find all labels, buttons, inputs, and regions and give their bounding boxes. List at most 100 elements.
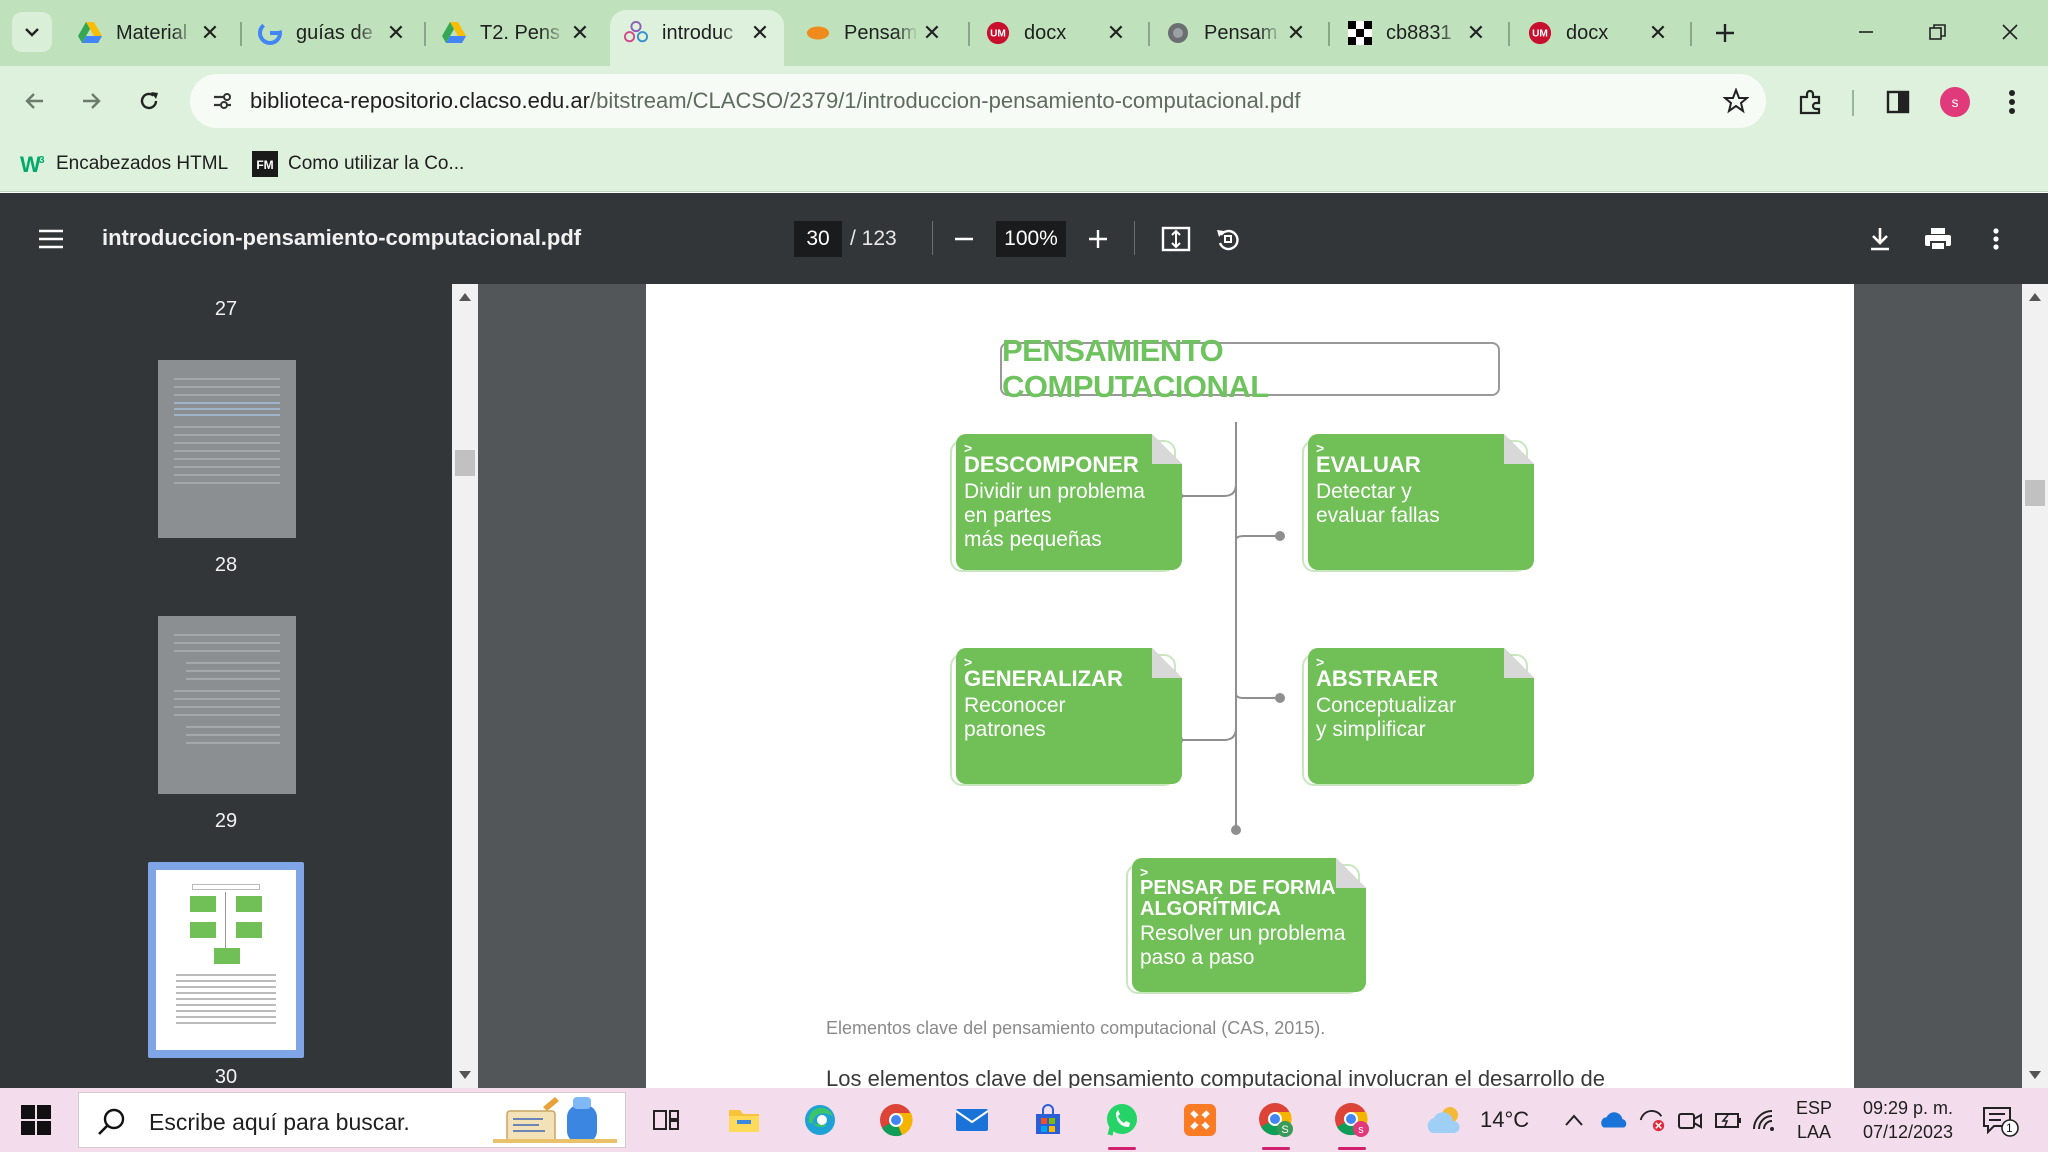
browser-menu-button[interactable]: [1992, 82, 2032, 122]
tab-material[interactable]: Material ✕: [64, 10, 234, 56]
orange-blob-icon: [806, 21, 830, 45]
tab-guias[interactable]: guías de ✕: [244, 10, 420, 56]
sidebar-scrollbar[interactable]: [452, 284, 478, 1088]
close-icon[interactable]: ✕: [566, 19, 594, 47]
sidebar-toggle-button[interactable]: [30, 221, 72, 257]
zoom-out-button[interactable]: [944, 219, 984, 259]
pdf-more-button[interactable]: [1976, 219, 2016, 259]
taskbar-search[interactable]: Escribe aquí para buscar.: [78, 1092, 626, 1148]
minus-icon: [955, 237, 973, 241]
close-icon[interactable]: ✕: [746, 19, 774, 47]
chrome-profile-icon[interactable]: S: [1254, 1098, 1298, 1150]
scrollbar-thumb[interactable]: [2025, 480, 2045, 506]
tab-docx-2[interactable]: UM docx ✕: [1514, 10, 1682, 56]
profile-avatar[interactable]: s: [1940, 87, 1970, 117]
close-icon: [2002, 24, 2018, 40]
card-title: GENERALIZAR: [964, 666, 1123, 691]
rotate-icon: [1217, 229, 1239, 251]
network-error-icon[interactable]: [1638, 1106, 1666, 1134]
close-window-button[interactable]: [1984, 12, 2036, 52]
windows-start-icon[interactable]: [20, 1104, 52, 1136]
close-icon[interactable]: ✕: [1282, 19, 1310, 47]
star-icon: [1723, 88, 1749, 114]
zoom-input[interactable]: 100%: [996, 221, 1066, 257]
mail-icon[interactable]: [950, 1098, 994, 1142]
restore-button[interactable]: [1912, 12, 1964, 52]
store-icon[interactable]: [1026, 1098, 1070, 1142]
scroll-up-arrow-icon[interactable]: [452, 286, 478, 308]
fit-page-button[interactable]: [1156, 219, 1196, 259]
extensions-button[interactable]: [1790, 82, 1830, 122]
reload-button[interactable]: [128, 80, 170, 122]
body-paragraph: Los elementos clave del pensamiento comp…: [826, 1066, 1606, 1088]
tab-t2[interactable]: T2. Pens ✕: [428, 10, 604, 56]
scroll-down-arrow-icon[interactable]: [2022, 1064, 2048, 1086]
chrome-profile-2-icon[interactable]: s: [1330, 1098, 1374, 1150]
um-icon: UM: [1528, 21, 1552, 45]
document-scrollbar[interactable]: [2022, 284, 2048, 1088]
tab-docx-1[interactable]: UM docx ✕: [972, 10, 1140, 56]
scroll-up-arrow-icon[interactable]: [2022, 286, 2048, 308]
notification-center-button[interactable]: 1: [1980, 1104, 2020, 1138]
windows-taskbar: Escribe aquí para buscar. S s 14°C ESP L…: [0, 1088, 2048, 1152]
tab-introduccion[interactable]: introduc ✕: [610, 10, 784, 66]
weather-widget[interactable]: 14°C: [1424, 1100, 1529, 1140]
forward-button[interactable]: [70, 80, 112, 122]
thumbnail-page-28[interactable]: [158, 360, 296, 538]
download-button[interactable]: [1860, 219, 1900, 259]
print-button[interactable]: [1918, 219, 1958, 259]
new-tab-button[interactable]: [1706, 14, 1744, 52]
document-viewport: PENSAMIENTO COMPUTACIONAL > DESCOMPONER …: [478, 284, 2022, 1088]
url-text[interactable]: biblioteca-repositorio.clacso.edu.ar/bit…: [250, 88, 1300, 114]
minimize-button[interactable]: [1840, 12, 1892, 52]
whatsapp-icon[interactable]: [1100, 1098, 1144, 1150]
scrollbar-thumb[interactable]: [455, 450, 475, 476]
zoom-in-button[interactable]: [1078, 219, 1118, 259]
back-button[interactable]: [14, 80, 56, 122]
page-number-input[interactable]: 30: [794, 221, 842, 257]
input-language-indicator[interactable]: ESP LAA: [1796, 1096, 1832, 1144]
xampp-icon[interactable]: [1178, 1098, 1222, 1142]
tab-title: Pensam: [1204, 21, 1278, 44]
edge-icon[interactable]: [798, 1098, 842, 1142]
close-icon[interactable]: ✕: [1644, 19, 1672, 47]
tab-pensam-2[interactable]: Pensam ✕: [1152, 10, 1320, 56]
address-bar[interactable]: biblioteca-repositorio.clacso.edu.ar/bit…: [190, 74, 1766, 128]
close-icon[interactable]: ✕: [1102, 19, 1130, 47]
card-line: paso a paso: [1140, 946, 1255, 969]
close-icon[interactable]: ✕: [196, 19, 224, 47]
bookmark-encabezados[interactable]: W3 Encabezados HTML: [20, 148, 228, 180]
meet-now-icon[interactable]: [1676, 1106, 1704, 1134]
card-generalizar: > GENERALIZAR Reconocer patrones: [950, 648, 1182, 788]
task-view-icon[interactable]: [644, 1098, 688, 1142]
tab-title: docx: [1024, 21, 1067, 44]
bookmark-star-button[interactable]: [1720, 85, 1752, 117]
onedrive-cloud-icon[interactable]: [1600, 1106, 1628, 1134]
tab-pensam-1[interactable]: Pensam ✕: [792, 10, 956, 56]
bookmark-como-utilizar[interactable]: FM Como utilizar la Co...: [252, 148, 464, 180]
file-explorer-icon[interactable]: [722, 1098, 766, 1142]
close-icon[interactable]: ✕: [1462, 19, 1490, 47]
chrome-icon[interactable]: [874, 1098, 918, 1142]
clock[interactable]: 09:29 p. m. 07/12/2023: [1848, 1096, 1968, 1144]
close-icon[interactable]: ✕: [382, 19, 410, 47]
pdf-page: PENSAMIENTO COMPUTACIONAL > DESCOMPONER …: [646, 284, 1854, 1088]
side-panel-button[interactable]: [1878, 82, 1918, 122]
show-hidden-icons-chevron-up-icon[interactable]: [1560, 1106, 1588, 1134]
tab-cb8831[interactable]: cb8831 ✕: [1334, 10, 1500, 56]
scroll-down-arrow-icon[interactable]: [452, 1064, 478, 1086]
wifi-icon[interactable]: [1752, 1106, 1780, 1134]
card-title-line: PENSAR DE FORMA: [1140, 877, 1336, 899]
reload-icon: [140, 92, 158, 110]
close-icon[interactable]: ✕: [918, 19, 946, 47]
fit-page-icon: [1161, 226, 1191, 252]
battery-charging-icon[interactable]: [1714, 1106, 1742, 1134]
site-info-icon[interactable]: [204, 83, 240, 119]
thumbnail-page-30[interactable]: [148, 862, 304, 1058]
checker-icon: [1348, 21, 1372, 45]
card-title: DESCOMPONER: [964, 452, 1139, 477]
card-pensar-algoritmica: > PENSAR DE FORMA ALGORÍTMICA Resolver u…: [1126, 858, 1366, 996]
thumbnail-page-29[interactable]: [158, 616, 296, 794]
tab-search-button[interactable]: [12, 12, 52, 52]
rotate-button[interactable]: [1208, 219, 1248, 259]
